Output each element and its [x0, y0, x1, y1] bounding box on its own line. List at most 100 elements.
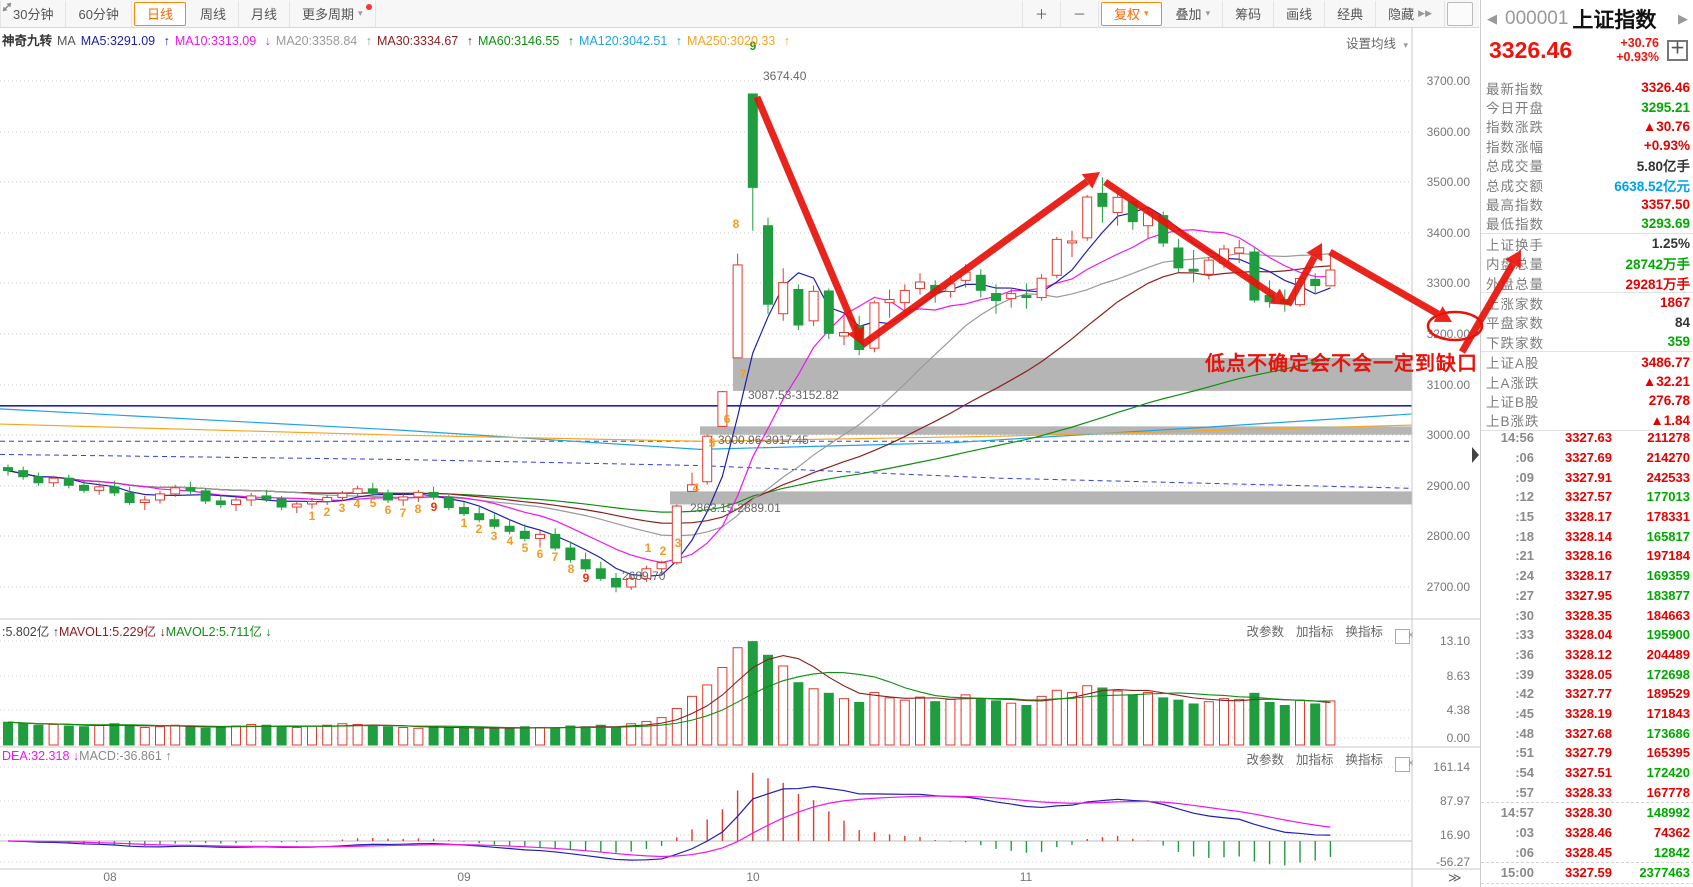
stat-value: 276.78 [1648, 393, 1690, 409]
tick-volume: 148992 [1646, 805, 1690, 821]
tick-row[interactable]: :33 3328.04 195900 [1481, 625, 1693, 645]
tick-price: 3327.77 [1565, 686, 1612, 702]
svg-text:2700.00: 2700.00 [1427, 580, 1471, 594]
volume-action-改参数[interactable]: 改参数 [1246, 625, 1284, 639]
period-button-60分钟[interactable]: 60分钟 [66, 0, 132, 27]
stat-label: 总成交额 [1486, 178, 1544, 194]
stat-value: 28742万手 [1625, 257, 1690, 273]
tick-row[interactable]: :09 3327.91 242533 [1481, 467, 1693, 487]
tick-price: 3328.35 [1565, 607, 1612, 623]
indicator-value: MACD:-36.861 [79, 749, 162, 763]
period-button-label: 60分钟 [78, 7, 119, 22]
tick-time: :42 [1515, 686, 1534, 702]
stat-label: 上A涨跌 [1486, 375, 1540, 391]
tick-row[interactable]: :03 3328.46 74362 [1481, 823, 1693, 843]
add-to-watchlist-button[interactable]: ＋ [1667, 39, 1688, 61]
stat-label: 平盘家数 [1486, 316, 1544, 332]
macd-close-button[interactable]: × [1395, 757, 1414, 772]
stat-row: 上证A股 3486.77 [1481, 352, 1693, 372]
macd-action-换指标[interactable]: 换指标 [1345, 753, 1383, 767]
tick-row[interactable]: :18 3328.14 165817 [1481, 526, 1693, 546]
tick-time: 14:57 [1500, 805, 1534, 821]
tick-row[interactable]: 14:57 3328.30 148992 [1481, 802, 1693, 823]
svg-text:2: 2 [660, 544, 667, 558]
period-button-月线[interactable]: 月线 [239, 0, 290, 27]
tool-button-叠加[interactable]: 叠加 ▾ [1164, 0, 1224, 27]
indicator-value: MA60:3146.55 [478, 34, 560, 48]
tick-row[interactable]: :54 3327.51 172420 [1481, 763, 1693, 783]
svg-text:3000.96-3017.45: 3000.96-3017.45 [718, 433, 809, 447]
stat-label: 上证A股 [1486, 356, 1540, 372]
top-toolbar: 30分钟 60分钟 日线 周线 月线 更多周期 ▾ ＋ －复权 ▾ 叠加 ▾ 筹码 画线 经典 隐藏 ▶▶ [0, 0, 1479, 28]
volume-action-换指标[interactable]: 换指标 [1345, 625, 1383, 639]
tick-price: 3327.51 [1565, 765, 1612, 781]
tick-row[interactable]: :39 3328.05 172698 [1481, 664, 1693, 684]
stat-value: ▲30.76 [1642, 118, 1690, 134]
tick-time: 14:56 [1500, 430, 1534, 446]
tick-volume: 177013 [1646, 489, 1690, 505]
tick-row[interactable]: 15:00 3327.59 2377463 [1481, 862, 1693, 883]
tick-row[interactable]: :57 3328.33 167778 [1481, 782, 1693, 802]
next-stock-button[interactable]: ▶ [1676, 11, 1690, 27]
macd-action-加指标[interactable]: 加指标 [1296, 753, 1334, 767]
tick-volume: 189529 [1646, 686, 1690, 702]
tool-button-隐藏[interactable]: 隐藏 ▶▶ [1376, 0, 1445, 27]
tick-row[interactable]: :06 3328.45 12842 [1481, 842, 1693, 862]
svg-text:3100.00: 3100.00 [1427, 378, 1471, 392]
stat-row: 上证B股 276.78 [1481, 391, 1693, 410]
tick-row[interactable]: :42 3327.77 189529 [1481, 684, 1693, 704]
stat-value: +0.93% [1643, 138, 1690, 154]
volume-close-button[interactable]: × [1395, 629, 1414, 644]
tick-row[interactable]: :51 3327.79 165395 [1481, 743, 1693, 763]
stat-value: 29281万手 [1625, 276, 1690, 292]
tick-volume: 242533 [1646, 469, 1690, 485]
period-button-更多周期[interactable]: 更多周期 ▾ [290, 0, 376, 27]
tool-button-label: ＋ [1034, 7, 1048, 22]
tick-row[interactable]: :45 3328.19 171843 [1481, 704, 1693, 724]
tool-button-＋[interactable]: ＋ [1021, 0, 1061, 27]
period-button-日线[interactable]: 日线 [133, 1, 186, 26]
tick-row[interactable]: :06 3327.69 214270 [1481, 448, 1693, 468]
prev-stock-button[interactable]: ◀ [1485, 11, 1499, 27]
svg-text:2800.00: 2800.00 [1427, 529, 1471, 543]
fullscreen-button[interactable] [2, 1, 1473, 26]
up-arrow-icon: ↑ [160, 34, 170, 48]
svg-text:9: 9 [583, 571, 590, 585]
tick-row[interactable]: :27 3327.95 183877 [1481, 586, 1693, 606]
tick-row[interactable]: :48 3327.68 173686 [1481, 723, 1693, 743]
svg-text:3: 3 [491, 529, 498, 543]
tick-price: 3328.17 [1565, 509, 1612, 525]
tick-row[interactable]: 3328.072146775 [1481, 882, 1693, 887]
period-button-周线[interactable]: 周线 [188, 0, 239, 27]
volume-action-加指标[interactable]: 加指标 [1296, 625, 1334, 639]
period-button-label: 30分钟 [13, 7, 54, 22]
tool-button-复权[interactable]: 复权 ▾ [1101, 1, 1162, 26]
tool-button-经典[interactable]: 经典 [1325, 0, 1377, 27]
svg-text:10: 10 [746, 870, 760, 884]
tick-volume: 172420 [1646, 765, 1690, 781]
tick-volume: 204489 [1646, 646, 1690, 662]
svg-text:4: 4 [693, 481, 700, 495]
stat-row: 今日开盘 3295.21 [1481, 97, 1693, 117]
tool-button-筹码[interactable]: 筹码 [1223, 0, 1275, 27]
macd-action-改参数[interactable]: 改参数 [1246, 753, 1284, 767]
tick-row[interactable]: :12 3327.57 177013 [1481, 487, 1693, 507]
tool-button-－[interactable]: － [1061, 0, 1099, 27]
down-arrow-icon: ↓ [156, 625, 166, 639]
tick-row[interactable]: :15 3328.17 178331 [1481, 507, 1693, 527]
tick-price: 3328.14 [1565, 528, 1612, 544]
tick-row[interactable]: 14:56 3327.63 211278 [1481, 428, 1693, 448]
svg-text:3200.00: 3200.00 [1427, 327, 1471, 341]
tick-list[interactable]: 14:56 3327.63 211278:06 3327.69 214270:09 332… [1481, 428, 1693, 887]
ma-settings-button[interactable]: 设置均线 ▾ [1318, 33, 1408, 52]
tick-row[interactable]: :36 3328.12 204489 [1481, 645, 1693, 665]
svg-text:4.38: 4.38 [1447, 703, 1471, 717]
tick-row[interactable]: :24 3328.17 169359 [1481, 566, 1693, 586]
tick-row[interactable]: :30 3328.35 184663 [1481, 605, 1693, 625]
tool-button-画线[interactable]: 画线 [1274, 0, 1326, 27]
tick-time: :12 [1515, 489, 1534, 505]
tick-row[interactable]: :21 3328.16 197184 [1481, 546, 1693, 566]
tool-button-label: 画线 [1286, 7, 1313, 22]
period-button-label: 日线 [146, 7, 173, 22]
indicator-value: MA5:3291.09 [80, 34, 156, 48]
